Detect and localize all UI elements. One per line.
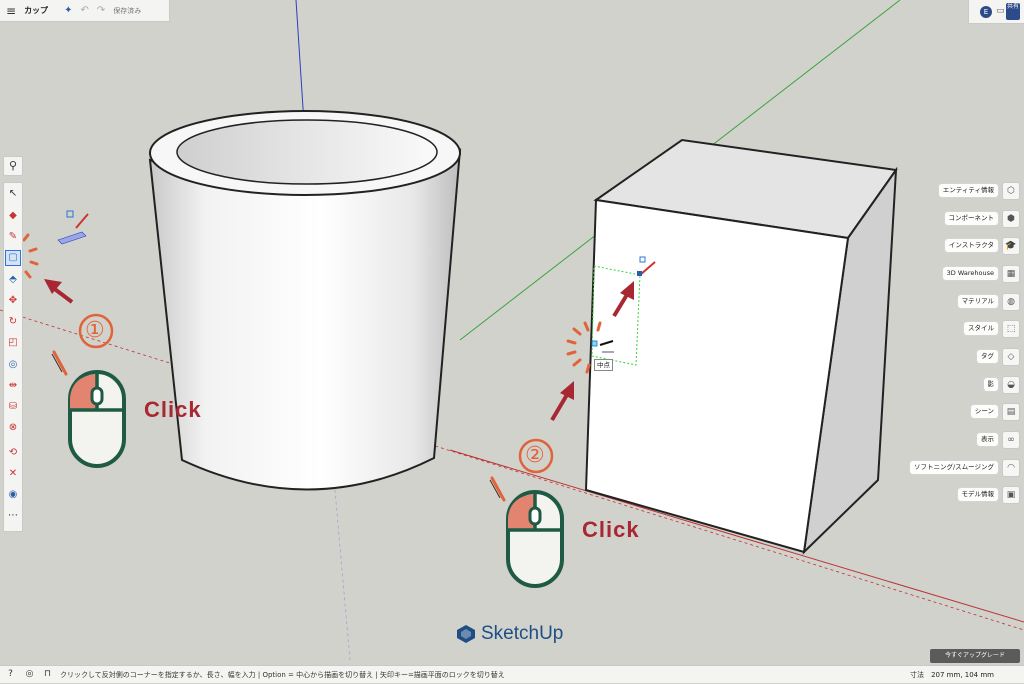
mouse-illustration-2 (489, 476, 564, 588)
measurement-input[interactable]: 207 mm, 104 mm (931, 666, 994, 684)
rectangle-tool[interactable]: ▢ (5, 250, 21, 266)
step-1-number: ① (85, 318, 105, 343)
measurement-label: 寸法 (910, 671, 924, 679)
midpoint-marker (591, 340, 598, 347)
cup-model[interactable] (148, 110, 462, 491)
display-icon[interactable]: ∞ (1002, 431, 1020, 449)
save-status: 保存済み (113, 6, 142, 15)
offset-tool[interactable]: ◎ (6, 358, 20, 372)
materials-icon[interactable]: ◍ (1002, 293, 1020, 311)
rotate-tool[interactable]: ↻ (6, 315, 20, 329)
panel-label-components[interactable]: コンポーネント (944, 212, 998, 225)
top-right-controls: E ▭ 共有 (968, 0, 1024, 24)
status-bar: ? ◎ ⊓ クリックして反対側のコーナーを指定するか、長さ、幅を入力 | Opt… (0, 665, 1024, 683)
panel-label-soften[interactable]: ソフトニング/スムージング (909, 461, 998, 474)
panel-label-warehouse[interactable]: 3D Warehouse (942, 267, 998, 280)
cursor-preview-icon (57, 210, 89, 245)
paint-tool[interactable]: ⛁ (6, 400, 20, 414)
panel-label-materials[interactable]: マテリアル (957, 295, 998, 308)
panel-label-tags[interactable]: タグ (977, 350, 998, 363)
notification-icon[interactable]: ▭ (996, 6, 1005, 16)
step-2-number: ② (525, 443, 545, 468)
styles-icon[interactable]: ⬚ (1002, 320, 1020, 338)
tags-icon[interactable]: ◇ (1002, 348, 1020, 366)
upgrade-button[interactable]: 今すぐアップグレード (930, 649, 1020, 663)
status-hint: クリックして反対側のコーナーを指定するか、長さ、幅を入力 | Option = … (60, 671, 505, 679)
scenes-icon[interactable]: ▤ (1002, 403, 1020, 421)
panel-label-shadows[interactable]: 影 (983, 378, 998, 391)
orbit-tool[interactable]: ⟲ (6, 446, 20, 460)
brand-name: SketchUp (481, 623, 564, 644)
more-tools[interactable]: ⋯ (6, 509, 20, 523)
scale-tool[interactable]: ◰ (6, 336, 20, 350)
document-title[interactable]: カップ (24, 5, 48, 16)
panel-label-scenes[interactable]: シーン (970, 405, 998, 418)
soften-icon[interactable]: ◠ (1002, 459, 1020, 477)
sketchup-logo-icon (457, 625, 475, 643)
sketchup-brand: SketchUp (456, 623, 563, 645)
avatar[interactable]: E (980, 6, 992, 18)
model-info-icon[interactable]: ▣ (1002, 486, 1020, 504)
warehouse-icon[interactable]: ▦ (1002, 265, 1020, 283)
pushpull-tool[interactable]: ⬘ (6, 273, 20, 287)
walk-tool[interactable]: ◉ (6, 488, 20, 502)
box-model[interactable] (584, 138, 898, 555)
sparkle-icon[interactable]: ✦ (64, 5, 72, 16)
entity-info-icon[interactable]: ⬡ (1002, 182, 1020, 200)
undo-icon[interactable]: ↶ (80, 5, 88, 16)
pencil-tool[interactable]: ✎ (6, 230, 20, 244)
tapemeasure-tool[interactable]: ⇹ (6, 379, 20, 393)
top-toolbar: ≡ カップ ✦ ↶ ↷ 保存済み (0, 0, 170, 22)
panel-label-instructor[interactable]: インストラクタ (944, 239, 998, 252)
panel-label-styles[interactable]: スタイル (964, 322, 998, 335)
select-tool[interactable]: ↖ (6, 187, 20, 201)
panel-label-model-info[interactable]: モデル情報 (957, 488, 998, 501)
help-icon[interactable]: ? (5, 669, 16, 680)
midpoint-tooltip: 中点 (594, 359, 613, 371)
globe-icon[interactable]: ◎ (24, 669, 35, 680)
redo-icon[interactable]: ↷ (97, 5, 105, 16)
section-tool[interactable]: ⊗ (6, 421, 20, 435)
share-button[interactable]: 共有 (1006, 3, 1020, 20)
shadows-icon[interactable]: ◒ (1002, 376, 1020, 394)
arrow-to-midpoint (550, 381, 574, 422)
arrow-to-tool (44, 279, 74, 304)
left-toolbar: ↖ ◆ ✎ ▢ ⬘ ✥ ↻ ◰ ◎ ⇹ ⛁ ⊗ ⟲ ✕ ◉ ⋯ (3, 182, 23, 532)
modeling-viewport[interactable] (0, 0, 1024, 683)
panel-label-entity-info[interactable]: エンティティ情報 (938, 184, 998, 197)
search-icon[interactable]: ⚲ (3, 156, 23, 176)
click-label-1: Click (144, 397, 202, 422)
hamburger-icon[interactable]: ≡ (6, 4, 16, 18)
instructor-icon[interactable]: 🎓 (1002, 237, 1020, 255)
components-icon[interactable]: ⬢ (1002, 210, 1020, 228)
user-icon[interactable]: ⊓ (42, 669, 53, 680)
click-label-2: Click (582, 517, 640, 542)
zoomextent-tool[interactable]: ✕ (6, 467, 20, 481)
mouse-illustration-1 (51, 350, 126, 468)
eraser-tool[interactable]: ◆ (6, 209, 20, 223)
move-tool[interactable]: ✥ (6, 294, 20, 308)
panel-label-display[interactable]: 表示 (977, 433, 998, 446)
